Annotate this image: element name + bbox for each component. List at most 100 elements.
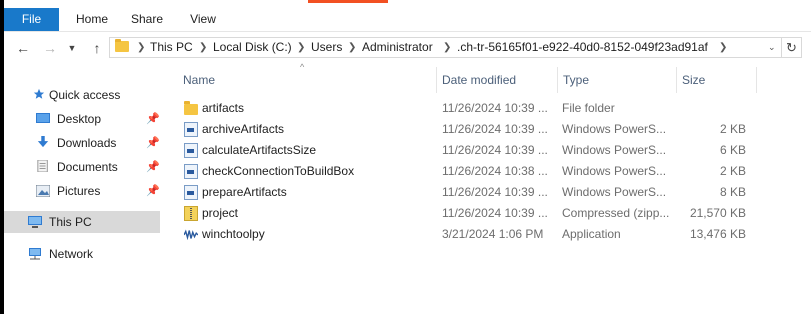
desktop-icon [36,113,50,123]
network-icon [29,248,41,260]
tab-share[interactable]: Share [122,8,172,31]
title-accent-bar [308,0,388,3]
file-row[interactable]: checkConnectionToBuildBox 11/26/2024 10:… [180,161,760,182]
download-icon [37,136,49,148]
file-type: Windows PowerS... [562,143,667,157]
file-date: 3/21/2024 1:06 PM [442,227,544,241]
file-date: 11/26/2024 10:39 ... [442,122,548,136]
pin-icon[interactable]: 📌 [146,132,160,154]
breadcrumb-current-folder[interactable]: .ch-tr-56165f01-e922-40d0-8152-049f23ad9… [457,38,708,57]
file-name: archiveArtifacts [202,122,285,136]
column-header-size[interactable]: Size [682,67,705,93]
nav-item-downloads[interactable]: Downloads 📌 [4,132,160,154]
ribbon-divider [4,31,811,32]
powershell-script-icon [184,185,198,200]
breadcrumb-this-pc[interactable]: This PC [150,38,193,57]
breadcrumb-chevron-icon[interactable]: ❯ [297,38,305,57]
nav-label-this-pc: This PC [49,215,92,229]
powershell-script-icon [184,164,198,179]
nav-label-quick-access: Quick access [49,88,121,102]
nav-item-pictures[interactable]: Pictures 📌 [4,180,160,202]
breadcrumb-local-disk[interactable]: Local Disk (C:) [213,38,292,57]
column-divider[interactable] [676,67,677,93]
file-size: 6 KB [719,143,746,157]
file-name: calculateArtifactsSize [202,143,317,157]
nav-label-pictures: Pictures [57,184,101,198]
address-dropdown-chevron-icon[interactable]: ⌄ [768,38,776,57]
column-divider[interactable] [756,67,757,93]
file-size: 2 KB [719,122,746,136]
folder-icon [184,101,198,115]
breadcrumb-chevron-icon[interactable]: ❯ [199,38,207,57]
file-name: winchtoolpy [202,227,265,241]
up-arrow-icon[interactable]: ↑ [88,38,106,58]
nav-label-desktop: Desktop [57,112,102,126]
breadcrumb-chevron-icon[interactable]: ❯ [348,38,356,57]
file-row[interactable]: calculateArtifactsSize 11/26/2024 10:39 … [180,140,760,161]
file-type: File folder [562,101,615,115]
file-type: Application [562,227,621,241]
column-header-name[interactable]: Name [183,67,215,93]
nav-item-this-pc[interactable]: This PC [4,211,160,233]
pin-icon[interactable]: 📌 [146,108,160,130]
file-row[interactable]: prepareArtifacts 11/26/2024 10:39 ... Wi… [180,182,760,203]
file-row[interactable]: project 11/26/2024 10:39 ... Compressed … [180,203,760,224]
file-size: 21,570 KB [689,206,746,220]
breadcrumb-chevron-icon[interactable]: ❯ [719,38,727,57]
address-folder-icon [115,39,129,52]
computer-icon [28,216,42,228]
column-divider[interactable] [557,67,558,93]
file-name: project [202,206,239,220]
refresh-icon[interactable]: ↻ [782,37,802,58]
file-size [676,98,746,119]
file-name: prepareArtifacts [202,185,287,199]
breadcrumb-chevron-icon[interactable]: ❯ [137,38,145,57]
application-icon [184,229,198,240]
tab-home[interactable]: Home [62,8,122,31]
column-header-type[interactable]: Type [563,67,589,93]
tab-file[interactable]: File [4,8,59,31]
file-date: 11/26/2024 10:39 ... [442,101,548,115]
file-date: 11/26/2024 10:39 ... [442,185,548,199]
nav-item-documents[interactable]: Documents 📌 [4,156,160,178]
file-type: Windows PowerS... [562,164,667,178]
nav-label-documents: Documents [57,160,118,174]
file-type: Windows PowerS... [562,185,667,199]
breadcrumb-users[interactable]: Users [311,38,342,57]
nav-item-desktop[interactable]: Desktop 📌 [4,108,160,130]
navigation-pane: Quick access Desktop 📌 Downloads 📌 Docum… [4,64,160,314]
column-header-date-modified[interactable]: Date modified [442,67,516,93]
forward-arrow-icon[interactable]: → [41,38,59,58]
column-divider[interactable] [436,67,437,93]
powershell-script-icon [184,143,198,158]
back-arrow-icon[interactable]: ← [14,38,32,58]
file-size: 2 KB [719,164,746,178]
pin-icon[interactable]: 📌 [146,180,160,202]
file-size: 13,476 KB [689,227,746,241]
recent-locations-chevron-icon[interactable]: ▼ [63,38,81,58]
file-date: 11/26/2024 10:39 ... [442,143,548,157]
file-date: 11/26/2024 10:39 ... [442,206,548,220]
pin-icon[interactable]: 📌 [146,156,160,178]
address-bar[interactable]: ❯ This PC ❯ Local Disk (C:) ❯ Users ❯ Ad… [109,37,782,58]
zip-folder-icon [184,206,198,221]
breadcrumb-chevron-icon[interactable]: ❯ [443,38,451,57]
file-row[interactable]: winchtoolpy 3/21/2024 1:06 PM Applicatio… [180,224,760,245]
nav-item-network[interactable]: Network [4,243,160,265]
file-row[interactable]: archiveArtifacts 11/26/2024 10:39 ... Wi… [180,119,760,140]
file-date: 11/26/2024 10:38 ... [442,164,548,178]
file-row[interactable]: artifacts 11/26/2024 10:39 ... File fold… [180,98,760,119]
file-name: checkConnectionToBuildBox [202,164,355,178]
file-size: 8 KB [719,185,746,199]
nav-label-network: Network [49,247,94,261]
nav-item-quick-access[interactable]: Quick access [4,84,160,106]
star-icon [33,88,45,99]
powershell-script-icon [184,122,198,137]
file-type: Compressed (zipp... [562,206,670,220]
pictures-icon [36,185,50,197]
tab-view[interactable]: View [180,8,226,31]
nav-label-downloads: Downloads [57,136,117,150]
breadcrumb-administrator[interactable]: Administrator [362,38,433,57]
file-type: Windows PowerS... [562,122,667,136]
sort-ascending-icon: ^ [300,62,305,72]
